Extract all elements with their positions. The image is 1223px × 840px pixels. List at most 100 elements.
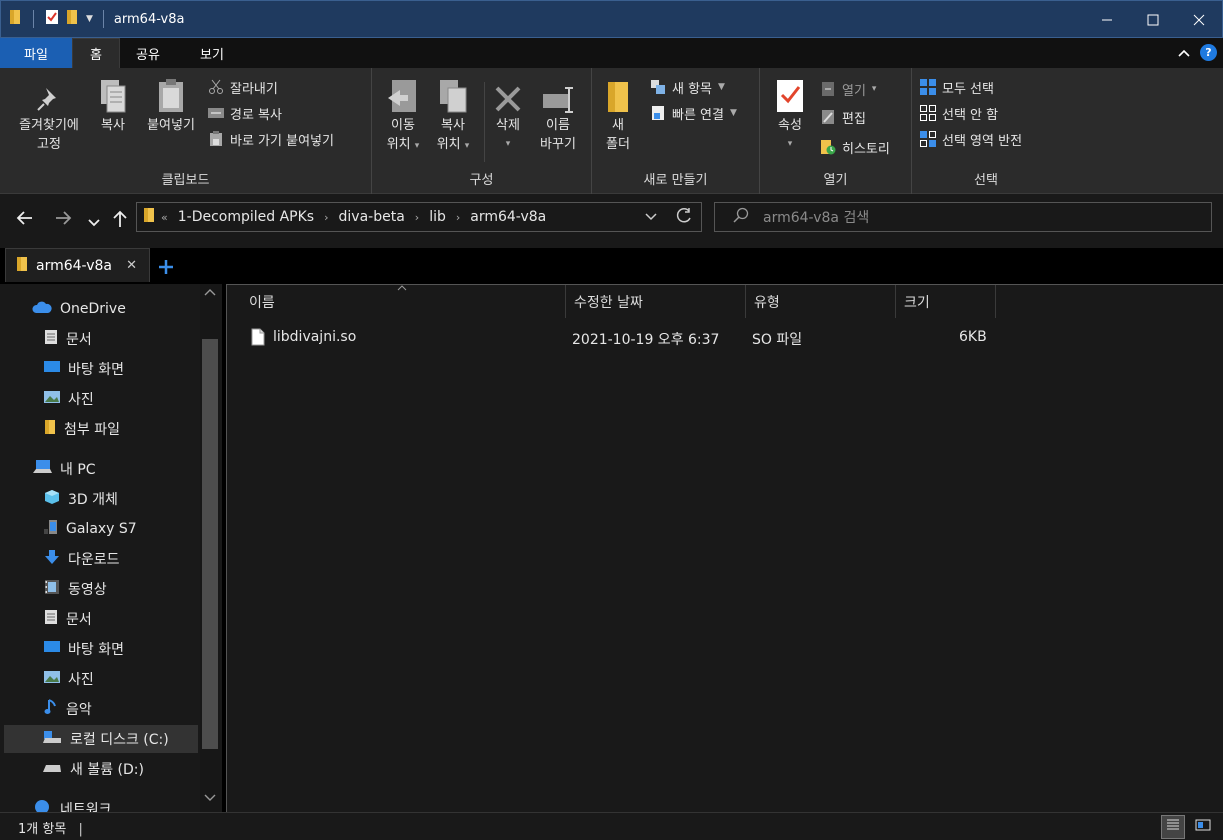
computer-icon bbox=[32, 459, 52, 479]
large-icons-view-icon bbox=[1195, 818, 1211, 836]
tab-view[interactable]: 보기 bbox=[184, 38, 240, 68]
close-button[interactable] bbox=[1176, 1, 1222, 39]
paste-shortcut-button[interactable]: 바로 가기 붙여넣기 bbox=[208, 128, 334, 150]
file-name: libdivajni.so bbox=[273, 329, 357, 345]
refresh-icon[interactable] bbox=[675, 207, 693, 229]
nav-item-3d-objects[interactable]: 3D 개체 bbox=[44, 485, 118, 513]
desktop-icon bbox=[44, 360, 60, 378]
tab-home[interactable]: 홈 bbox=[72, 38, 120, 68]
nav-item-this-pc[interactable]: 내 PC bbox=[32, 455, 96, 483]
new-item-button[interactable]: 새 항목 ▼ bbox=[650, 76, 725, 98]
nav-item-music[interactable]: 음악 bbox=[44, 695, 92, 723]
delete-button[interactable]: 삭제 ▾ bbox=[488, 74, 528, 154]
select-all-icon bbox=[920, 79, 936, 95]
breadcrumb-lib[interactable]: lib bbox=[429, 209, 446, 225]
nav-item-local-disk-c[interactable]: 로컬 디스크 (C:) bbox=[4, 725, 198, 753]
scroll-up-icon[interactable] bbox=[204, 288, 216, 299]
clipboard-group: 즐겨찾기에 고정 복사 붙여넣기 잘라내기 경로 복사 바로 가기 붙여넣기 클… bbox=[0, 68, 372, 194]
navigation-pane: OneDrive 문서 바탕 화면 사진 첨부 파일 내 PC 3D 개체 Ga… bbox=[0, 284, 222, 812]
file-row[interactable]: libdivajni.so 2021-10-19 오후 6:37 SO 파일 6… bbox=[227, 323, 997, 353]
paste-icon bbox=[153, 74, 189, 114]
copy-path-button[interactable]: 경로 복사 bbox=[208, 102, 282, 124]
new-folder-quick-icon[interactable] bbox=[66, 9, 80, 29]
chevron-right-icon[interactable]: › bbox=[456, 211, 460, 224]
download-icon bbox=[44, 549, 60, 569]
back-button[interactable] bbox=[16, 210, 34, 230]
details-view-icon bbox=[1166, 818, 1180, 836]
nav-item-downloads[interactable]: 다운로드 bbox=[44, 545, 120, 573]
move-to-button[interactable]: 이동 위치 ▾ bbox=[378, 74, 428, 156]
nav-item-documents-pc[interactable]: 문서 bbox=[44, 605, 92, 633]
scrollbar-thumb[interactable] bbox=[202, 339, 218, 749]
nav-item-videos[interactable]: 동영상 bbox=[44, 575, 107, 603]
up-button[interactable] bbox=[112, 210, 128, 232]
video-icon bbox=[44, 579, 60, 599]
collapse-ribbon-icon[interactable] bbox=[1178, 46, 1190, 60]
close-tab-icon[interactable]: ✕ bbox=[126, 258, 137, 273]
properties-button[interactable]: 속성 ▾ bbox=[768, 74, 812, 154]
file-icon bbox=[251, 328, 265, 350]
navigation-scrollbar[interactable] bbox=[200, 284, 220, 812]
select-none-icon bbox=[920, 105, 936, 121]
column-header-size[interactable]: 크기 bbox=[896, 285, 996, 318]
nav-item-volume-d[interactable]: 새 볼륨 (D:) bbox=[42, 755, 144, 783]
breadcrumb-diva-beta[interactable]: diva-beta bbox=[339, 209, 405, 225]
help-icon[interactable]: ? bbox=[1200, 44, 1217, 61]
nav-item-pictures-pc[interactable]: 사진 bbox=[44, 665, 94, 693]
large-icons-view-button[interactable] bbox=[1191, 815, 1215, 839]
address-history-dropdown[interactable] bbox=[645, 211, 657, 226]
minimize-button[interactable] bbox=[1084, 1, 1130, 39]
phone-icon bbox=[44, 519, 58, 539]
nav-item-galaxy-s7[interactable]: Galaxy S7 bbox=[44, 515, 137, 543]
column-header-name[interactable]: 이름 bbox=[227, 285, 566, 318]
select-all-button[interactable]: 모두 선택 bbox=[920, 76, 994, 98]
properties-icon bbox=[772, 74, 808, 114]
search-input[interactable]: arm64-v8a 검색 bbox=[763, 207, 869, 227]
open-group-label: 열기 bbox=[823, 173, 848, 188]
nav-item-desktop[interactable]: 바탕 화면 bbox=[44, 355, 124, 383]
maximize-button[interactable] bbox=[1130, 1, 1176, 39]
paste-button[interactable]: 붙여넣기 bbox=[138, 74, 204, 135]
nav-item-documents[interactable]: 문서 bbox=[44, 325, 92, 353]
rename-button[interactable]: 이름 바꾸기 bbox=[532, 74, 584, 154]
drive-icon bbox=[42, 761, 62, 777]
customize-toolbar-icon[interactable]: ▼ bbox=[86, 14, 93, 24]
copy-button[interactable]: 복사 bbox=[92, 74, 134, 135]
tab-file[interactable]: 파일 bbox=[0, 38, 72, 68]
details-view-button[interactable] bbox=[1161, 815, 1185, 839]
new-group: 새 폴더 새 항목 ▼ 빠른 연결 ▼ 새로 만들기 bbox=[592, 68, 760, 194]
nav-item-desktop-pc[interactable]: 바탕 화면 bbox=[44, 635, 124, 663]
scroll-down-icon[interactable] bbox=[204, 794, 216, 805]
easy-access-button[interactable]: 빠른 연결 ▼ bbox=[650, 102, 737, 124]
nav-item-network[interactable]: 네트워크 bbox=[32, 795, 112, 812]
cut-button[interactable]: 잘라내기 bbox=[208, 76, 278, 98]
add-tab-icon[interactable] bbox=[158, 256, 174, 280]
folder-tab[interactable]: arm64-v8a ✕ bbox=[5, 248, 150, 282]
invert-selection-button[interactable]: 선택 영역 반전 bbox=[920, 128, 1022, 150]
address-overflow[interactable]: « bbox=[161, 211, 168, 224]
column-header-type[interactable]: 유형 bbox=[746, 285, 896, 318]
search-box[interactable]: arm64-v8a 검색 bbox=[714, 202, 1212, 232]
nav-item-attachments[interactable]: 첨부 파일 bbox=[44, 415, 120, 443]
tab-share[interactable]: 공유 bbox=[120, 38, 176, 68]
chevron-right-icon[interactable]: › bbox=[324, 211, 328, 224]
properties-quick-icon[interactable] bbox=[44, 9, 60, 29]
open-button[interactable]: 열기 ▾ bbox=[820, 78, 876, 100]
recent-locations-button[interactable] bbox=[88, 213, 100, 232]
drive-icon bbox=[42, 730, 62, 748]
select-none-button[interactable]: 선택 안 함 bbox=[920, 102, 998, 124]
nav-item-onedrive[interactable]: OneDrive bbox=[32, 295, 126, 323]
select-group: 모두 선택 선택 안 함 선택 영역 반전 선택 bbox=[912, 68, 1060, 194]
column-header-modified[interactable]: 수정한 날짜 bbox=[566, 285, 746, 318]
edit-button[interactable]: 편집 bbox=[820, 106, 866, 128]
copy-to-button[interactable]: 복사 위치 ▾ bbox=[428, 74, 478, 156]
pin-to-quick-access-button[interactable]: 즐겨찾기에 고정 bbox=[8, 74, 90, 154]
nav-item-pictures[interactable]: 사진 bbox=[44, 385, 94, 413]
chevron-right-icon[interactable]: › bbox=[415, 211, 419, 224]
breadcrumb-decompiled-apks[interactable]: 1-Decompiled APKs bbox=[178, 209, 314, 225]
breadcrumb-arm64-v8a[interactable]: arm64-v8a bbox=[470, 209, 546, 225]
history-button[interactable]: 히스토리 bbox=[820, 136, 890, 158]
forward-button[interactable] bbox=[54, 210, 72, 230]
new-folder-button[interactable]: 새 폴더 bbox=[598, 74, 638, 154]
address-bar[interactable]: « 1-Decompiled APKs › diva-beta › lib › … bbox=[136, 202, 702, 232]
